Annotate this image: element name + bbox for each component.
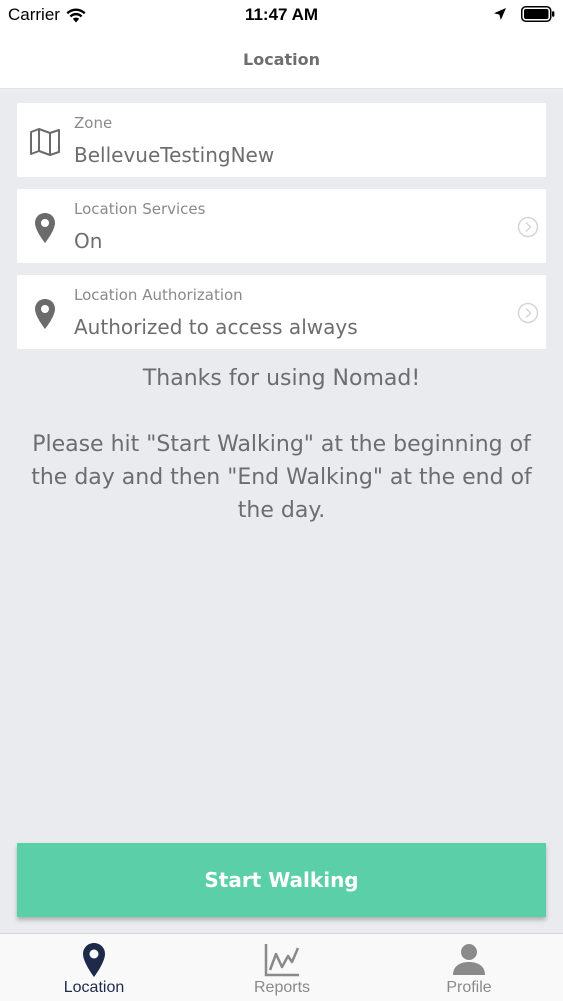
location-authorization-label: Location Authorization: [74, 286, 243, 304]
battery-icon: [521, 6, 555, 22]
zone-label: Zone: [74, 114, 113, 132]
tab-reports[interactable]: Reports: [188, 934, 376, 1001]
status-time: 11:47 AM: [244, 5, 319, 24]
person-icon: [375, 942, 563, 978]
instructions-message: Please hit "Start Walking" at the beginn…: [31, 432, 532, 523]
thanks-message: Thanks for using Nomad!: [142, 366, 421, 391]
location-pin-icon: [28, 211, 62, 245]
location-services-value: On: [74, 229, 103, 253]
location-authorization-value: Authorized to access always: [74, 315, 358, 339]
tab-location-label: Location: [63, 979, 125, 996]
tab-bar: Location Reports Profile: [0, 933, 563, 1001]
zone-value: BellevueTestingNew: [74, 143, 275, 167]
location-services-card[interactable]: Location Services On: [17, 189, 546, 263]
location-authorization-card[interactable]: Location Authorization Authorized to acc…: [17, 275, 546, 349]
chevron-right-icon[interactable]: [517, 302, 539, 324]
status-right: [493, 6, 555, 22]
tab-location[interactable]: Location: [0, 934, 188, 1001]
start-walking-button[interactable]: Start Walking: [17, 843, 546, 917]
location-pin-icon: [28, 297, 62, 331]
tab-profile-label: Profile: [446, 979, 492, 996]
zone-card: Zone BellevueTestingNew: [17, 103, 546, 177]
nav-bar: Location: [0, 30, 563, 89]
location-services-label: Location Services: [74, 200, 206, 218]
tab-reports-label: Reports: [253, 979, 311, 996]
page-title: Location: [243, 50, 320, 69]
status-bar: Carrier 11:47 AM: [0, 0, 563, 30]
chevron-right-icon[interactable]: [517, 216, 539, 238]
location-pin-icon: [0, 942, 188, 978]
chart-icon: [188, 942, 376, 978]
location-arrow-icon: [494, 8, 506, 20]
tab-profile[interactable]: Profile: [375, 934, 563, 1001]
map-icon: [28, 125, 62, 159]
